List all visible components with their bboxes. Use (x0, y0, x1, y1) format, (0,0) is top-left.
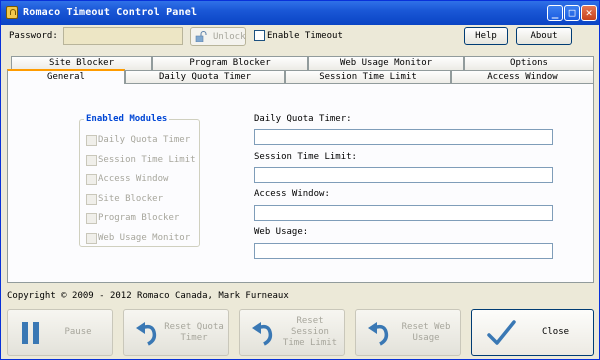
module-label: Session Time Limit (98, 155, 196, 165)
checkbox[interactable] (86, 213, 97, 224)
password-label: Password: (9, 31, 58, 41)
reset-arrow-icon (136, 322, 157, 346)
app-window: Romaco Timeout Control Panel _ □ ✕ Passw… (0, 0, 600, 360)
unlock-label: Unlock (213, 32, 246, 42)
access-window-field[interactable] (254, 205, 553, 221)
general-panel: Enabled Modules Daily Quota Timer Sessio… (7, 83, 594, 283)
enable-timeout-checkbox[interactable] (254, 30, 265, 41)
web-usage-field[interactable] (254, 243, 553, 259)
web-usage-label: Web Usage: (254, 227, 309, 237)
reset-session-time-limit-label: Reset Session Time Limit (282, 316, 338, 348)
module-label: Daily Quota Timer (98, 135, 191, 145)
about-button[interactable]: About (516, 27, 572, 45)
enabled-modules-group: Enabled Modules Daily Quota Timer Sessio… (79, 114, 200, 247)
unlock-button[interactable]: Unlock (190, 27, 246, 46)
daily-quota-timer-label: Daily Quota Timer: (254, 114, 352, 124)
close-window-button[interactable]: ✕ (581, 5, 597, 21)
tab-session-time-limit[interactable]: Session Time Limit (285, 70, 451, 84)
reset-quota-timer-label: Reset Quota Timer (164, 321, 224, 343)
tab-options[interactable]: Options (464, 56, 594, 70)
enabled-modules-title: Enabled Modules (84, 114, 170, 124)
module-label: Site Blocker (98, 194, 164, 204)
reset-quota-timer-button[interactable]: Reset Quota Timer (123, 309, 229, 356)
unlock-icon (195, 31, 207, 42)
session-time-limit-label: Session Time Limit: (254, 152, 357, 162)
tab-general[interactable]: General (7, 69, 125, 84)
pause-label: Pause (64, 327, 92, 337)
session-time-limit-field[interactable] (254, 167, 553, 183)
tab-program-blocker[interactable]: Program Blocker (152, 56, 308, 70)
password-input[interactable] (63, 27, 183, 45)
module-label: Web Usage Monitor (98, 233, 191, 243)
reset-arrow-icon (252, 322, 273, 346)
reset-web-usage-label: Reset Web Usage (401, 321, 451, 343)
checkbox[interactable] (86, 135, 97, 146)
access-window-label: Access Window: (254, 189, 330, 199)
lock-app-icon (6, 6, 18, 19)
enable-timeout-label[interactable]: Enable Timeout (267, 31, 343, 41)
pause-button[interactable]: Pause (7, 309, 113, 356)
daily-quota-timer-field[interactable] (254, 129, 553, 145)
checkbox[interactable] (86, 155, 97, 166)
checkmark-icon (487, 320, 516, 345)
module-label: Program Blocker (98, 213, 180, 223)
tab-access-window[interactable]: Access Window (451, 70, 594, 84)
maximize-button[interactable]: □ (564, 5, 580, 21)
pause-icon (22, 322, 39, 344)
toolbar: Password: Unlock Enable Timeout Help Abo… (1, 25, 599, 49)
reset-arrow-icon (368, 322, 389, 346)
reset-web-usage-button[interactable]: Reset Web Usage (355, 309, 461, 356)
minimize-button[interactable]: _ (547, 5, 563, 21)
reset-session-time-limit-button[interactable]: Reset Session Time Limit (239, 309, 345, 356)
tab-daily-quota-timer[interactable]: Daily Quota Timer (125, 70, 285, 84)
checkbox[interactable] (86, 194, 97, 205)
close-label: Close (541, 327, 570, 337)
tab-web-usage-monitor[interactable]: Web Usage Monitor (308, 56, 464, 70)
help-button[interactable]: Help (464, 27, 508, 45)
title-bar[interactable]: Romaco Timeout Control Panel _ □ ✕ (1, 1, 599, 25)
tab-site-blocker[interactable]: Site Blocker (11, 56, 152, 70)
copyright-text: Copyright © 2009 - 2012 Romaco Canada, M… (7, 291, 289, 301)
checkbox[interactable] (86, 233, 97, 244)
window-title: Romaco Timeout Control Panel (23, 7, 198, 18)
close-button[interactable]: Close (471, 309, 594, 356)
module-label: Access Window (98, 174, 169, 184)
checkbox[interactable] (86, 174, 97, 185)
